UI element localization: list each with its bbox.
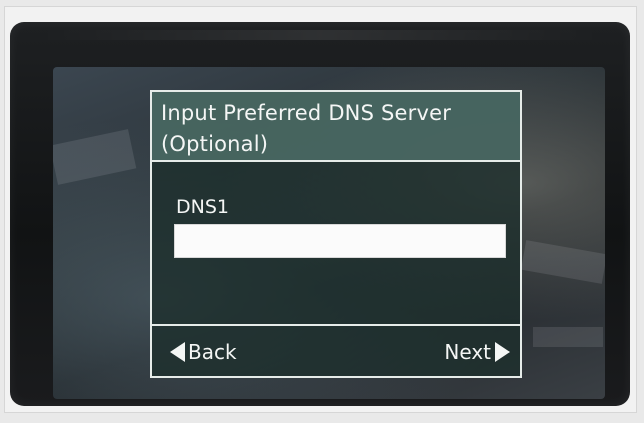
dialog-footer: Back Next — [152, 324, 520, 376]
background-glare — [533, 327, 603, 347]
dns-dialog: Input Preferred DNS Server (Optional) DN… — [150, 90, 522, 378]
next-label: Next — [444, 340, 491, 364]
lcd-screen: Input Preferred DNS Server (Optional) DN… — [53, 67, 605, 399]
right-triangle-icon — [495, 342, 510, 362]
bezel-highlight — [40, 30, 600, 40]
background-glare — [53, 129, 137, 185]
dns1-input[interactable] — [174, 224, 506, 258]
background-glare — [521, 240, 605, 284]
back-label: Back — [188, 340, 237, 364]
dialog-header: Input Preferred DNS Server (Optional) — [152, 92, 520, 162]
camera-body: Input Preferred DNS Server (Optional) DN… — [10, 22, 630, 406]
left-triangle-icon — [170, 342, 185, 362]
dns1-label: DNS1 — [176, 196, 229, 218]
next-button[interactable]: Next — [444, 340, 510, 364]
back-button[interactable]: Back — [170, 340, 237, 364]
dialog-title: Input Preferred DNS Server (Optional) — [161, 101, 452, 156]
